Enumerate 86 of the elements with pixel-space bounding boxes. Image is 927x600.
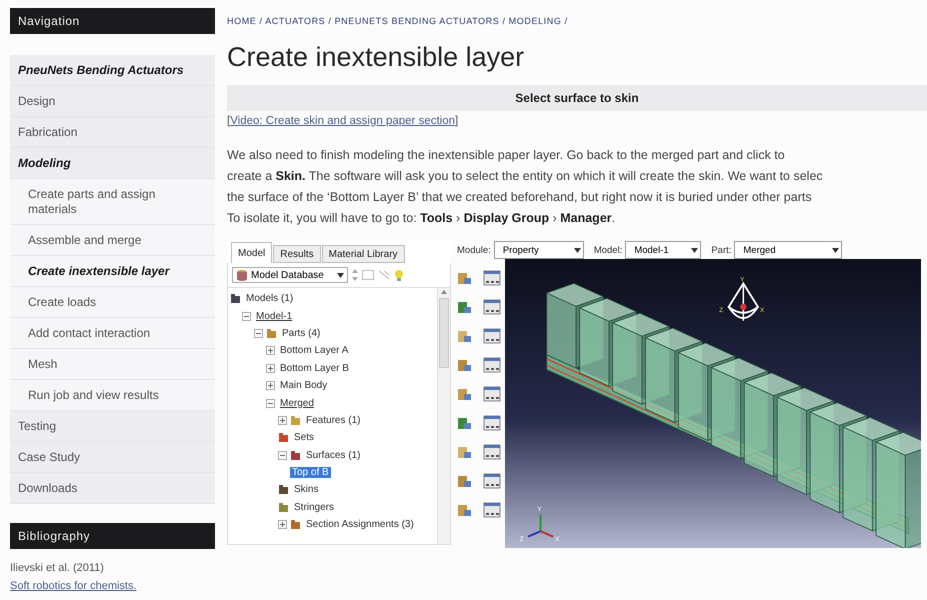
tree-item[interactable]: Merged (278, 398, 316, 409)
dropdown-arrow-icon (336, 272, 344, 278)
sidebar-heading: Bibliography (10, 523, 215, 549)
nav-item[interactable]: Downloads (10, 473, 215, 504)
nav-item[interactable]: Assemble and merge (10, 225, 215, 256)
nav-item[interactable]: Create inextensible layer (10, 256, 215, 287)
collapse-toggle[interactable] (242, 312, 251, 321)
collapse-toggle[interactable] (266, 398, 275, 408)
table-icon[interactable] (482, 472, 500, 488)
lightbulb-icon[interactable] (394, 268, 404, 282)
tree-item[interactable]: Models (1) (244, 293, 296, 304)
breadcrumb[interactable]: HOME / ACTUATORS / PNEUNETS BENDING ACTUATORS / MODELING / (227, 16, 927, 26)
database-icon (236, 269, 248, 281)
scroll-thumb[interactable] (439, 298, 449, 368)
axis-triad-icon (528, 514, 554, 538)
context-label: Model: (594, 244, 622, 256)
tree-item[interactable]: Sets (292, 432, 316, 444)
dropdown-arrow-icon (691, 248, 698, 252)
dropdown-arrow-icon (832, 248, 840, 252)
folder-icon (290, 414, 301, 426)
nav-item[interactable]: Testing (10, 411, 215, 442)
table-icon[interactable] (482, 502, 500, 518)
folder-icon (278, 432, 289, 444)
tab[interactable]: Results (273, 245, 321, 263)
nav-item[interactable]: Fabrication (10, 117, 215, 148)
tab[interactable]: Model (231, 242, 272, 263)
expand-toggle[interactable] (266, 364, 275, 373)
section-heading: Select surface to skin (227, 85, 927, 111)
tree-item[interactable]: Top of B (290, 467, 331, 478)
tree-item[interactable]: Section Assignments (3) (304, 519, 416, 530)
tree-item[interactable]: Skins (292, 484, 320, 496)
tree-item[interactable]: Parts (4) (280, 328, 322, 339)
nav-item[interactable]: Create parts and assign materials (10, 179, 215, 225)
folder-icon (290, 450, 301, 461)
nav-item[interactable]: Create loads (10, 287, 215, 318)
scrollbar[interactable] (437, 288, 450, 544)
tree-item[interactable]: Bottom Layer B (278, 362, 351, 374)
view-cube-icon (728, 282, 759, 321)
models-icon (230, 293, 241, 304)
folder-icon (266, 328, 277, 339)
table-icon[interactable] (482, 386, 500, 402)
table-icon[interactable] (482, 414, 500, 430)
tree-item[interactable]: Stringers (292, 502, 336, 513)
context-label: Part: (711, 244, 732, 256)
sidebar-heading: Navigation (10, 8, 215, 34)
tree-item[interactable]: Main Body (278, 380, 330, 392)
nav-item[interactable]: Add contact interaction (10, 318, 215, 349)
table-icon[interactable] (482, 298, 500, 314)
dropdown-arrow-icon (574, 248, 581, 252)
tab[interactable]: Material Library (322, 245, 405, 263)
context-label: Module: (457, 244, 491, 256)
database-dropdown[interactable]: Model Database (232, 267, 348, 283)
bracket: ] (455, 115, 458, 127)
collapse-toggle[interactable] (254, 328, 263, 338)
nav-item[interactable]: Modeling (10, 148, 215, 179)
expand-toggle[interactable] (266, 381, 275, 390)
tree-item[interactable]: Features (1) (304, 414, 362, 426)
citation-text: Ilievski et al. (2011) Soft robotics for chemists. (10, 561, 138, 594)
tree-item[interactable]: Surfaces (1) (304, 450, 362, 461)
nav-item[interactable]: PneuNets Bending Actuators (10, 55, 215, 86)
bracket: [ (227, 115, 230, 127)
table-icon[interactable] (482, 444, 500, 460)
expand-toggle[interactable] (278, 520, 287, 530)
folder-icon (290, 519, 301, 530)
expand-toggle[interactable] (278, 416, 287, 425)
nav-item[interactable]: Mesh (10, 349, 215, 380)
nav-item[interactable]: Case Study (10, 442, 215, 473)
citation-link[interactable]: Soft robotics for chemists. (10, 580, 137, 592)
folder-icon (278, 502, 289, 513)
table-icon[interactable] (482, 356, 500, 372)
context-dropdown[interactable]: Model-1 (625, 241, 702, 259)
table-icon[interactable] (482, 328, 500, 344)
video-link[interactable]: Video: Create skin and assign paper section (230, 115, 456, 127)
tree-item[interactable]: Model-1 (254, 310, 294, 322)
scroll-up-icon[interactable] (441, 290, 447, 294)
context-dropdown[interactable]: Property (494, 241, 584, 259)
collapse-toggle[interactable] (278, 450, 287, 460)
nav-item[interactable]: Run job and view results (10, 380, 215, 411)
tree-item[interactable]: Bottom Layer A (278, 345, 350, 356)
page-title: Create inextensible layer (227, 42, 526, 73)
nav-item[interactable]: Design (10, 86, 215, 117)
expand-toggle[interactable] (266, 346, 275, 356)
folder-icon (278, 484, 289, 496)
table-icon[interactable] (482, 270, 500, 286)
context-dropdown[interactable]: Merged (734, 241, 842, 259)
body-paragraph: We also need to finish modeling the inextensible paper layer. Go back to the merged part and click to create a Skin. The software will ask you to select the entity on which it will create the skin. We want to selec the surface of the ‘Bottom Layer B’ that we created beforehand, but right now it is buried under other parts To isolate it, you will have to go to: Tools › Display Group › Manager. (227, 147, 824, 227)
